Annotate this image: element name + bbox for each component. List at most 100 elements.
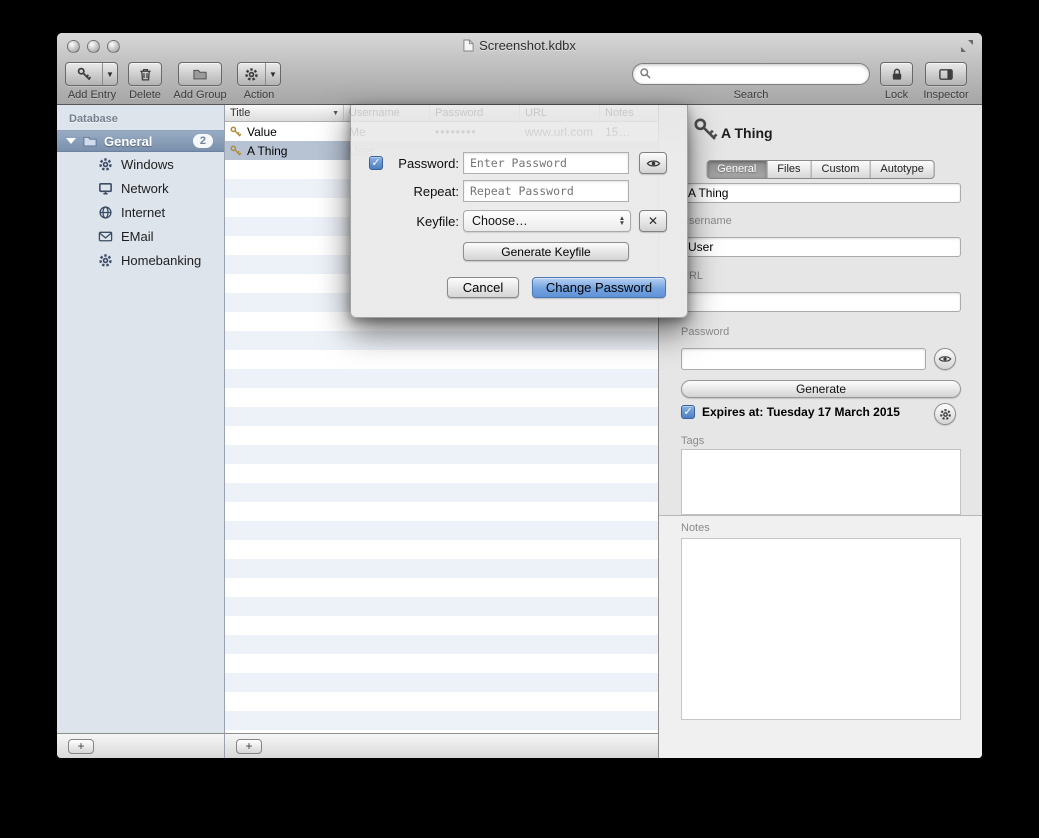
tags-label: Tags [681,435,704,447]
inspector-panel-icon [938,67,954,82]
close-icon: ✕ [648,214,658,228]
sheet-password-label: Password: [387,156,459,171]
sheet-password-input[interactable] [463,152,629,174]
tab-custom[interactable]: Custom [812,161,871,178]
search-label: Search [632,89,870,101]
notes-label: Notes [681,522,710,534]
key-icon [230,145,242,157]
add-group-button[interactable] [178,62,222,86]
expires-checkbox[interactable]: ✓ [681,405,695,419]
eye-icon [938,352,952,366]
sidebar-item-email[interactable]: EMail [57,224,224,248]
zoom-button[interactable] [107,40,120,53]
tab-files[interactable]: Files [767,161,811,178]
sidebar-item-windows[interactable]: Windows [57,152,224,176]
action-button[interactable]: ▼ [237,62,281,86]
add-group-plus-button[interactable]: + [68,739,94,754]
inspector-entry-title: A Thing [721,125,773,141]
username-label: Username [681,215,732,227]
window-title: Screenshot.kdbx [479,38,576,53]
change-password-sheet: ✓ Password: Repeat: Keyfile: Choose… ▲▼ … [350,105,688,318]
expires-row: ✓ Expires at: Tuesday 17 March 2015 [681,405,900,419]
generate-keyfile-button[interactable]: Generate Keyfile [463,242,629,261]
search-input[interactable] [632,63,870,85]
trash-icon [138,67,153,82]
folder-icon [192,67,208,82]
popup-stepper-icon: ▲▼ [614,216,630,226]
gear-icon [939,408,952,421]
notes-field[interactable] [681,538,961,720]
add-entry-button[interactable]: ▼ [65,62,118,86]
sidebar-item-internet[interactable]: Internet [57,200,224,224]
sidebar-group-label: General [104,134,152,149]
cell-title: Value [247,125,277,139]
sidebar-group-badge: 2 [193,134,213,148]
add-entry-plus-button[interactable]: + [236,739,262,754]
notes-section: Notes [659,515,982,758]
minimize-button[interactable] [87,40,100,53]
password-field[interactable] [681,348,926,370]
search-field-wrap [632,63,870,85]
clear-keyfile-button[interactable]: ✕ [639,210,667,232]
keyfile-popup-value: Choose… [472,214,614,228]
monitor-icon [98,181,113,196]
folder-icon [82,134,98,149]
window-chrome: Screenshot.kdbx ▼ Add Entry Delete [57,33,982,105]
envelope-icon [98,229,113,244]
delete-label: Delete [123,89,167,101]
title-field[interactable] [681,183,961,203]
sidebar-item-label: Network [121,181,169,196]
sheet-repeat-label: Repeat: [387,184,459,199]
password-checkbox[interactable]: ✓ [369,156,383,170]
key-icon [66,67,102,82]
gear-icon [98,157,113,172]
fullscreen-icon[interactable] [960,39,974,53]
close-button[interactable] [67,40,80,53]
change-password-button[interactable]: Change Password [532,277,666,298]
sheet-repeat-input[interactable] [463,180,629,202]
titlebar[interactable]: Screenshot.kdbx [57,33,982,58]
sidebar-item-network[interactable]: Network [57,176,224,200]
lock-button[interactable] [880,62,913,86]
reveal-password-button[interactable] [934,348,956,370]
tags-field[interactable] [681,449,961,515]
app-window: Screenshot.kdbx ▼ Add Entry Delete [57,33,982,758]
inspector-button[interactable] [925,62,967,86]
tab-autotype[interactable]: Autotype [870,161,933,178]
list-footer-bar: + [225,733,658,758]
delete-button[interactable] [128,62,162,86]
toolbar: ▼ Add Entry Delete Add Group [57,58,982,105]
sheet-reveal-password-button[interactable] [639,152,667,174]
expires-settings-button[interactable] [934,403,956,425]
inspector-tabs: General Files Custom Autotype [706,160,935,179]
add-entry-label: Add Entry [57,89,127,101]
sidebar: Database General 2 Windows Network [57,105,225,733]
sheet-keyfile-label: Keyfile: [387,214,459,229]
inspector-panel: A Thing General Files Custom Autotype Us… [658,105,982,758]
inspector-label: Inspector [913,89,979,101]
gear-icon [238,67,265,82]
expires-label: Expires at: Tuesday 17 March 2015 [702,405,900,419]
username-field[interactable] [681,237,961,257]
cell-title: A Thing [247,144,287,158]
disclosure-triangle-icon[interactable] [66,138,76,144]
generate-password-button[interactable]: Generate [681,380,961,398]
add-group-label: Add Group [167,89,233,101]
action-label: Action [233,89,285,101]
sidebar-group-general[interactable]: General 2 [57,130,224,152]
sidebar-item-label: EMail [121,229,154,244]
sidebar-footer-bar: + [57,733,225,758]
column-header-title[interactable]: Title ▼ [225,105,344,121]
action-dropdown[interactable]: ▼ [265,63,280,85]
lock-icon [890,67,904,82]
password-label: Password [681,326,729,338]
tab-general[interactable]: General [707,161,767,178]
sort-indicator-icon: ▼ [332,110,339,117]
url-field[interactable] [681,292,961,312]
cancel-button[interactable]: Cancel [447,277,519,298]
sidebar-item-homebanking[interactable]: Homebanking [57,248,224,272]
eye-icon [646,156,661,171]
add-entry-dropdown[interactable]: ▼ [102,63,117,85]
window-title-area: Screenshot.kdbx [57,33,982,58]
keyfile-popup[interactable]: Choose… ▲▼ [463,210,631,232]
